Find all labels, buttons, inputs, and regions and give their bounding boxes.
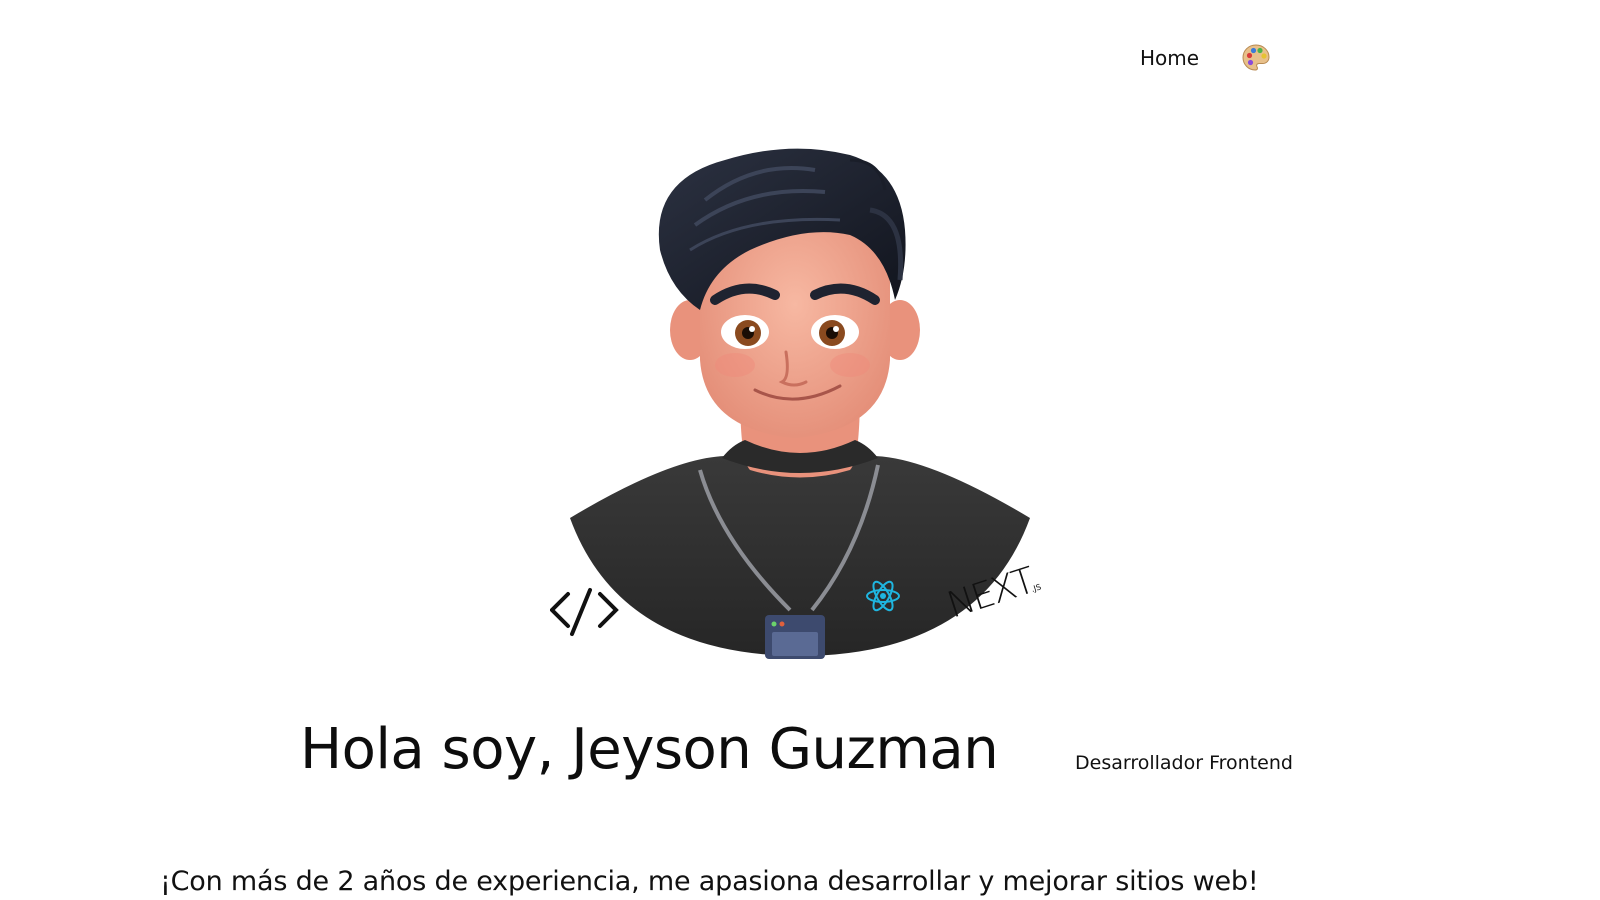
avatar-illustration: NEXT .JS — [550, 148, 1042, 659]
hero-role: Desarrollador Frontend — [1075, 752, 1293, 774]
nav-home-link[interactable]: Home — [1140, 46, 1199, 70]
avatar: NEXT .JS — [550, 140, 1050, 670]
tagline: ¡Con más de 2 años de experiencia, me ap… — [160, 866, 1259, 897]
code-sticker-icon — [550, 588, 619, 636]
hero-title: Hola soy, Jeyson Guzman — [300, 717, 999, 782]
palette-icon[interactable] — [1239, 41, 1273, 75]
svg-text:.JS: .JS — [1030, 582, 1042, 594]
portfolio-page: Home NEXT .JS Hola soy, Jeyson Guzman De… — [0, 0, 1600, 900]
top-nav: Home — [1140, 40, 1273, 76]
palette-icon-graphic — [1242, 44, 1270, 71]
